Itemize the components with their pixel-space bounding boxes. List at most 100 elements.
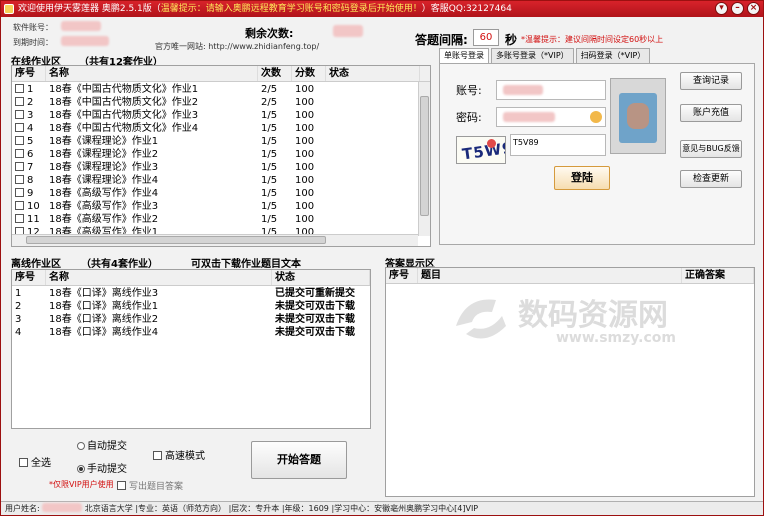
select-all-checkbox[interactable]: 全选 (19, 454, 51, 469)
interval-input[interactable]: 60 (473, 29, 499, 46)
row-times: 1/5 (261, 123, 278, 134)
minimize-icon[interactable]: – (731, 2, 744, 15)
tab-qr-login[interactable]: 扫码登录（*VIP） (575, 48, 651, 63)
row-name: 18春《高级写作》作业2 (49, 214, 159, 225)
table-row[interactable]: 9 18春《高级写作》作业4 1/5 100 (12, 187, 430, 200)
row-score: 100 (295, 97, 315, 108)
online-vscroll-thumb[interactable] (420, 96, 429, 216)
interval-label: 答题间隔: (415, 33, 468, 47)
row-checkbox[interactable] (15, 214, 24, 223)
account-input-redacted (503, 85, 543, 95)
auto-submit-radio[interactable]: 自动提交 (77, 437, 127, 452)
write-answer-checkbox[interactable]: 写出题目答案 (117, 479, 183, 492)
captcha-image[interactable]: T5W9 (456, 136, 506, 164)
row-checkbox[interactable] (15, 149, 24, 158)
login-button[interactable]: 登陆 (554, 166, 610, 190)
table-row[interactable]: 11 18春《高级写作》作业2 1/5 100 (12, 213, 430, 226)
row-checkbox[interactable] (15, 175, 24, 184)
status-level: |层次：专升本 (228, 504, 280, 513)
check-update-button[interactable]: 检查更新 (680, 170, 742, 188)
manual-submit-radio[interactable]: 手动提交 (77, 460, 127, 475)
offline-col-name[interactable]: 名称 (46, 270, 272, 285)
row-score: 100 (295, 201, 315, 212)
row-name: 18春《中国古代物质文化》作业2 (49, 97, 199, 108)
keyboard-icon[interactable] (590, 111, 602, 123)
table-row[interactable]: 2 18春《口译》离线作业1 未提交可双击下载 (12, 300, 370, 313)
answer-table: 序号 题目 正确答案 数码资源网 www.smzy.com (385, 267, 755, 497)
feedback-button[interactable]: 意见与BUG反馈 (680, 140, 742, 158)
offline-col-status[interactable]: 状态 (272, 270, 370, 285)
row-name: 18春《中国古代物质文化》作业1 (49, 84, 199, 95)
row-name: 18春《高级写作》作业4 (49, 188, 159, 199)
tab-multi-account[interactable]: 多账号登录（*VIP） (491, 48, 574, 63)
table-row[interactable]: 1 18春《中国古代物质文化》作业1 2/5 100 (12, 83, 430, 96)
menu-dropdown-icon[interactable]: ▾ (715, 2, 728, 15)
status-user-redacted (42, 503, 83, 512)
row-checkbox[interactable] (15, 84, 24, 93)
table-row[interactable]: 6 18春《课程理论》作业2 1/5 100 (12, 148, 430, 161)
answer-col-correct[interactable]: 正确答案 (682, 268, 754, 283)
row-score: 100 (295, 84, 315, 95)
close-icon[interactable]: × (747, 2, 760, 15)
table-row[interactable]: 2 18春《中国古代物质文化》作业2 2/5 100 (12, 96, 430, 109)
table-row[interactable]: 10 18春《高级写作》作业3 1/5 100 (12, 200, 430, 213)
row-checkbox[interactable] (15, 97, 24, 106)
answer-col-question[interactable]: 题目 (418, 268, 682, 283)
table-row[interactable]: 4 18春《口译》离线作业4 未提交可双击下载 (12, 326, 370, 339)
recharge-button[interactable]: 账户充值 (680, 104, 742, 122)
row-number: 8 (12, 174, 46, 187)
table-row[interactable]: 8 18春《课程理论》作业4 1/5 100 (12, 174, 430, 187)
table-row[interactable]: 3 18春《中国古代物质文化》作业3 1/5 100 (12, 109, 430, 122)
query-records-button[interactable]: 查询记录 (680, 72, 742, 90)
table-row[interactable]: 5 18春《课程理论》作业1 1/5 100 (12, 135, 430, 148)
row-number: 11 (12, 213, 46, 226)
row-times: 2/5 (261, 84, 278, 95)
captcha-input[interactable]: T5V89 (510, 134, 606, 156)
col-name[interactable]: 名称 (46, 66, 258, 81)
online-hscroll-thumb[interactable] (26, 236, 326, 244)
row-checkbox[interactable] (15, 188, 24, 197)
row-name: 18春《课程理论》作业4 (49, 175, 159, 186)
row-name: 18春《中国古代物质文化》作业4 (49, 123, 199, 134)
table-row[interactable]: 3 18春《口译》离线作业2 未提交可双击下载 (12, 313, 370, 326)
row-name: 18春《口译》离线作业2 (49, 314, 159, 325)
row-times: 1/5 (261, 214, 278, 225)
app-icon (4, 4, 14, 14)
table-row[interactable]: 7 18春《课程理论》作业3 1/5 100 (12, 161, 430, 174)
window-title: 欢迎使用伊天雾莲器 奥鹏2.5.1版（温馨提示：请输入奥鹏远程教育学习账号和密码… (18, 4, 512, 14)
row-checkbox[interactable] (15, 201, 24, 210)
row-status (326, 161, 420, 174)
expire-redacted (61, 36, 109, 46)
answer-table-header: 序号 题目 正确答案 (386, 268, 754, 284)
row-checkbox[interactable] (15, 162, 24, 171)
row-status: 未提交可双击下载 (275, 301, 355, 312)
col-times[interactable]: 次数 (258, 66, 292, 81)
table-row[interactable]: 1 18春《口译》离线作业3 已提交可重新提交 (12, 287, 370, 300)
row-score: 100 (295, 188, 315, 199)
high-speed-checkbox[interactable]: 高速模式 (153, 447, 205, 462)
status-user-label: 用户姓名: (5, 504, 40, 513)
offline-col-number[interactable]: 序号 (12, 270, 46, 285)
row-checkbox[interactable] (15, 136, 24, 145)
row-name: 18春《口译》离线作业1 (49, 301, 159, 312)
login-panel: 账号: 密码: T5W9 T5V89 登陆 查询记录 账户充值 意见与BUG反馈… (439, 63, 755, 245)
row-score: 100 (295, 175, 315, 186)
website-link[interactable]: 官方唯一网站: http://www.zhidianfeng.top/ (155, 41, 319, 52)
row-checkbox[interactable] (15, 110, 24, 119)
online-table-header: 序号 名称 次数 分数 状态 (12, 66, 430, 82)
col-status[interactable]: 状态 (326, 66, 420, 81)
row-status (326, 213, 420, 226)
tab-single-account[interactable]: 单账号登录 (439, 48, 489, 64)
answer-col-number[interactable]: 序号 (386, 268, 418, 283)
title-bar: 欢迎使用伊天雾莲器 奥鹏2.5.1版（温馨提示：请输入奥鹏远程教育学习账号和密码… (1, 1, 763, 17)
col-number[interactable]: 序号 (12, 66, 46, 81)
account-input[interactable] (496, 80, 606, 100)
start-answer-button[interactable]: 开始答题 (251, 441, 347, 479)
online-horizontal-scrollbar[interactable] (12, 234, 418, 246)
table-row[interactable]: 4 18春《中国古代物质文化》作业4 1/5 100 (12, 122, 430, 135)
online-vertical-scrollbar[interactable] (418, 82, 430, 236)
password-input[interactable] (496, 107, 606, 127)
col-score[interactable]: 分数 (292, 66, 326, 81)
row-checkbox[interactable] (15, 123, 24, 132)
row-times: 1/5 (261, 149, 278, 160)
